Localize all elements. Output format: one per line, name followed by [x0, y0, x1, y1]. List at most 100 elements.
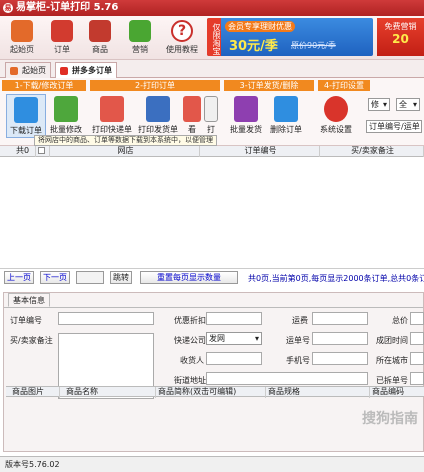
grid-header: 共0 网店 订单编号 买/卖家备注 [0, 146, 424, 157]
detail-divider [4, 307, 423, 308]
pager: 上一页 下一页 跳转 重置每页显示数量 共0页,当前第0页,每页显示2000条订… [0, 270, 424, 286]
batch-edit-button[interactable]: 批量修改 [46, 94, 86, 138]
total-label: 总价 [392, 316, 408, 325]
prod-col-spec: 商品规格 [266, 387, 370, 398]
grid-col-shop: 网店 [50, 146, 200, 157]
phone-field[interactable] [312, 352, 368, 365]
waybill-field[interactable] [312, 332, 368, 345]
group-download-label: 1-下载/修改订单 [2, 80, 86, 91]
printer-icon [100, 96, 124, 122]
grid-col-checkbox[interactable] [36, 146, 50, 157]
main-toolbar: 起始页 订单 商品 营销 ? 使用教程 仅限淘宝 会员专享理财优惠 30元/季 … [0, 16, 424, 60]
title-bar: 易 易掌柜-订单打印 5.76 [0, 0, 424, 16]
preview-icon [183, 96, 201, 122]
tab-strip: 起始页 拼多多订单 [0, 60, 424, 78]
promo-banner[interactable]: 仅限淘宝 会员专享理财优惠 30元/季 原价90元/季 [207, 18, 373, 56]
settings-icon [324, 96, 348, 122]
pdd-tab-icon [60, 67, 68, 75]
system-settings-button[interactable]: 系统设置 [316, 94, 356, 138]
discount-field[interactable] [206, 312, 262, 325]
address-field[interactable] [206, 372, 368, 385]
prod-col-image: 商品图片 [6, 387, 60, 398]
banner-price: 30元/季 [229, 39, 278, 54]
group-ship-label: 3-订单发货/删除 [224, 80, 314, 91]
batch-ship-button[interactable]: 批量发货 [226, 94, 266, 138]
window-title: 易掌柜-订单打印 5.76 [16, 2, 119, 13]
download-tooltip: 将网店中的商品、订单等数据下载到本系统中，以便管理 [34, 135, 217, 146]
status-bar: 版本号5.76.02 [0, 456, 424, 472]
preview-button[interactable]: 看 [182, 94, 202, 138]
freight-label: 运费 [292, 316, 308, 325]
banner2-number: 20 [392, 32, 409, 46]
split-order-field[interactable] [410, 372, 424, 385]
download-orders-button[interactable]: 下载订单 [6, 94, 46, 138]
receiver-field[interactable] [206, 352, 262, 365]
pager-info: 共0页,当前第0页,每页显示2000条订单,总共0条订单 [248, 274, 424, 283]
print-invoice-button[interactable]: 打印发货单 [138, 94, 178, 138]
buyer-note-label: 买/卖家备注 [10, 336, 53, 345]
grid-col-note: 买/卖家备注 [320, 146, 424, 157]
filter-select-2[interactable]: 全 [396, 98, 420, 111]
group-settings-label: 4-打印设置 [318, 80, 370, 91]
prod-col-name: 商品名称 [60, 387, 156, 398]
products-grid-header: 商品图片 商品名称 商品简称(双击可编辑) 商品规格 商品编码 [6, 386, 424, 398]
jump-button[interactable]: 跳转 [110, 271, 132, 284]
express-select[interactable]: 发网 [206, 332, 262, 345]
detail-panel: 基本信息 订单编号 优惠折扣 运费 总价 买/卖家备注 快递公司 发网 运单号 … [3, 292, 424, 452]
toolbar-tutorial-button[interactable]: ? 使用教程 [162, 18, 202, 58]
reset-page-size-button[interactable]: 重置每页显示数量 [140, 271, 238, 284]
toolbar-orders-button[interactable]: 订单 [44, 18, 80, 58]
page-number-input[interactable] [76, 271, 104, 284]
prod-col-short-name: 商品简称(双击可编辑) [156, 387, 266, 398]
banner-old-price: 原价90元/季 [291, 41, 336, 50]
grid-col-count: 共0 [0, 146, 36, 157]
banner-tag: 会员专享理财优惠 [225, 21, 295, 32]
cart-icon [51, 20, 73, 42]
waybill-label: 运单号 [286, 336, 310, 345]
phone-label: 手机号 [286, 356, 310, 365]
order-no-field[interactable] [58, 312, 154, 325]
tab-basic-info[interactable]: 基本信息 [8, 293, 50, 307]
discount-label: 优惠折扣 [174, 316, 206, 325]
trash-icon [274, 96, 298, 122]
express-label: 快递公司 [174, 336, 206, 345]
freight-field[interactable] [312, 312, 368, 325]
toolbar-products-button[interactable]: 商品 [82, 18, 118, 58]
chat-icon [129, 20, 151, 42]
address-label: 街道地址 [174, 376, 206, 385]
group-print-label: 2-打印订单 [90, 80, 220, 91]
house-icon [11, 20, 33, 42]
search-field[interactable]: 订单编号/运单 [366, 120, 422, 133]
store-icon [89, 20, 111, 42]
orders-grid: 共0 网店 订单编号 买/卖家备注 [0, 146, 424, 269]
order-no-label: 订单编号 [10, 316, 42, 325]
watermark: 搜狗指南 [362, 411, 418, 427]
promo-banner-2[interactable]: 免费营销 20 [377, 18, 424, 56]
grid-col-order-no: 订单编号 [200, 146, 320, 157]
prod-col-code: 商品编码 [372, 387, 404, 396]
prev-page-button[interactable]: 上一页 [4, 271, 34, 284]
banner2-text: 免费营销 [384, 22, 417, 31]
delete-orders-button[interactable]: 删除订单 [266, 94, 306, 138]
next-page-button[interactable]: 下一页 [40, 271, 70, 284]
help-icon: ? [171, 20, 193, 42]
city-field[interactable] [410, 352, 424, 365]
receiver-label: 收货人 [180, 356, 204, 365]
banner-vertical-text: 仅限淘宝 [207, 18, 221, 56]
version-label: 版本号5.76.02 [5, 460, 60, 469]
home-tab-icon [10, 67, 18, 75]
total-field[interactable] [410, 312, 424, 325]
city-label: 所在城市 [376, 356, 408, 365]
toolbar-marketing-button[interactable]: 营销 [122, 18, 158, 58]
deal-time-field[interactable] [410, 332, 424, 345]
filter-select-1[interactable]: 修 [368, 98, 390, 111]
toolbar-home-button[interactable]: 起始页 [4, 18, 40, 58]
select-all-checkbox[interactable] [38, 147, 45, 154]
barcode-icon [234, 96, 258, 122]
tab-pdd-orders[interactable]: 拼多多订单 [55, 62, 117, 78]
print-small-button[interactable]: 打 [202, 94, 220, 138]
tab-home[interactable]: 起始页 [5, 62, 51, 78]
print-express-button[interactable]: 打印快递单 [92, 94, 132, 138]
edit-icon [54, 96, 78, 122]
split-order-label: 已拆单号 [376, 376, 408, 385]
